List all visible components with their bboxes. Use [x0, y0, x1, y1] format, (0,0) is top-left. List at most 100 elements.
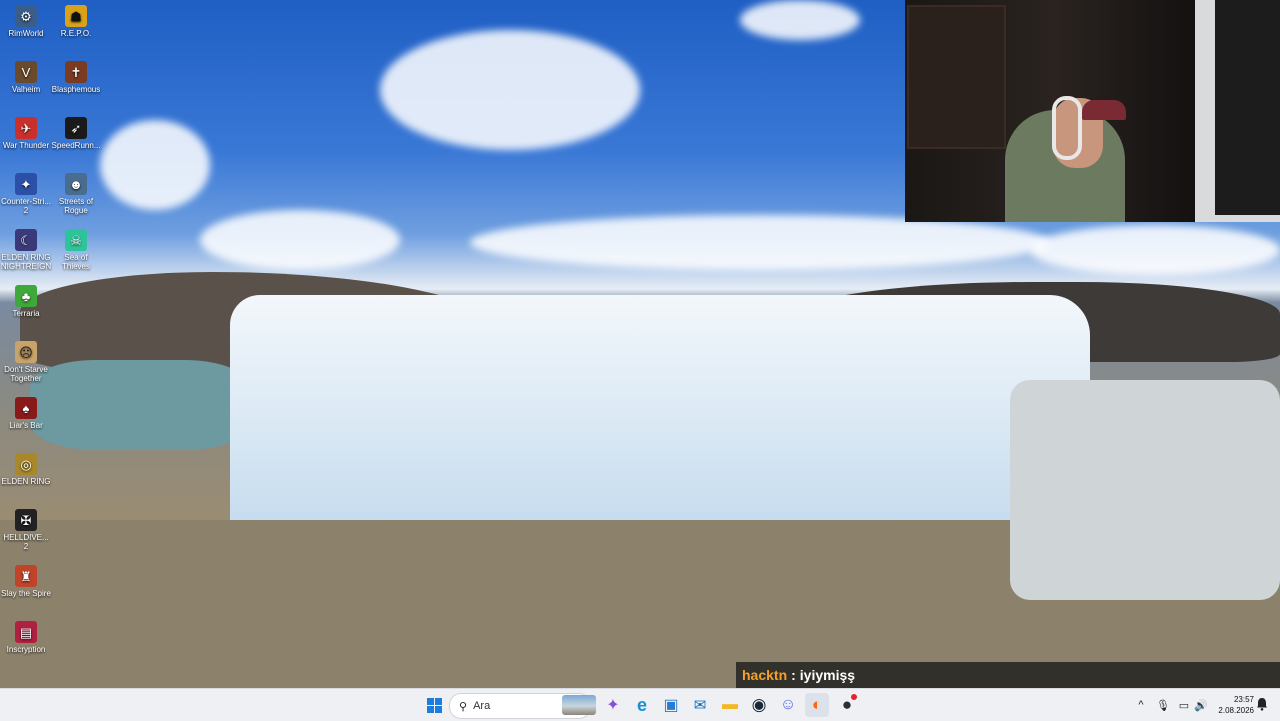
windows-logo-icon — [426, 697, 442, 713]
taskbar-copilot[interactable]: ✦ — [601, 693, 625, 717]
desktop-icon-label: Streets of Rogue — [58, 197, 94, 215]
desktop-icon-war-thunder[interactable]: ✈ War Thunder — [0, 117, 52, 150]
slay-the-spire-icon: ♜ — [15, 565, 37, 587]
desktop-icon-label: SpeedRunn... — [51, 141, 101, 150]
start-button[interactable] — [422, 693, 446, 717]
steam-icon: ◉ — [751, 695, 767, 714]
taskbar-clock[interactable]: 23:57 2.08.2026 — [1212, 694, 1254, 716]
microphone-icon: 🎙 — [1156, 699, 1170, 712]
taskbar-search-box[interactable]: ⚲ Ara — [449, 693, 596, 719]
search-icon: ⚲ — [459, 700, 468, 713]
taskbar-firefox[interactable]: ◐ — [805, 693, 829, 717]
terraria-icon: ♣ — [15, 285, 37, 307]
tray-overflow-chevron[interactable]: ^ — [1134, 693, 1148, 717]
streets-of-rogue-icon: ☻ — [65, 173, 87, 195]
network-icon: ▭ — [1178, 699, 1190, 712]
rimworld-icon: ⚙ — [15, 5, 37, 27]
desktop-icon-label: Counter-Stri... 2 — [1, 197, 51, 215]
desktop-icon-counter-strike[interactable]: ✦ Counter-Stri... 2 — [0, 173, 52, 215]
wallpaper-cloud — [740, 0, 860, 40]
notification-bell-icon[interactable] — [1256, 697, 1268, 711]
chevron-up-icon: ^ — [1138, 699, 1144, 711]
desktop-icon-valheim[interactable]: V Valheim — [0, 61, 52, 94]
webcam-headset — [1052, 96, 1082, 160]
desktop-icon-liars-bar[interactable]: ♠ Liar's Bar — [0, 397, 52, 430]
store-icon: ▣ — [663, 697, 679, 714]
valheim-icon: V — [15, 61, 37, 83]
search-highlight-image — [562, 695, 596, 715]
counter-strike-icon: ✦ — [15, 173, 37, 195]
volume-icon: 🔊 — [1194, 699, 1208, 712]
desktop-icon-sea-of-thieves[interactable]: ☠ Sea of Thieves — [50, 229, 102, 271]
helldivers-icon: ✠ — [15, 509, 37, 531]
chat-separator: : — [791, 667, 796, 683]
desktop-icon-label: Inscryption — [6, 645, 46, 654]
taskbar-steam[interactable]: ◉ — [747, 693, 771, 717]
taskbar-outlook[interactable]: ✉ — [688, 693, 712, 717]
webcam-overlay — [905, 0, 1280, 222]
desktop-icon-label: Valheim — [11, 85, 41, 94]
chat-message-overlay: hacktn : iyiymişş — [736, 662, 1280, 688]
desktop-icon-rimworld[interactable]: ⚙ RimWorld — [0, 5, 52, 38]
desktop-icon-label: Don't Starve Together — [4, 365, 48, 383]
search-placeholder: Ara — [473, 700, 491, 712]
wallpaper-ice-floe — [1010, 380, 1280, 600]
elden-ring-nightreign-icon: ☾ — [15, 229, 37, 251]
blasphemous-icon: ✝ — [65, 61, 87, 83]
speedrunners-icon: ➶ — [65, 117, 87, 139]
taskbar-file-explorer[interactable]: ▬ — [718, 693, 742, 717]
clock-date: 2.08.2026 — [1218, 706, 1254, 715]
wallpaper-lagoon — [30, 360, 250, 450]
desktop-icon-label: Blasphemous — [51, 85, 101, 94]
desktop-icon-label: Terraria — [12, 309, 40, 318]
wallpaper-cloud — [470, 215, 1050, 270]
liars-bar-icon: ♠ — [15, 397, 37, 419]
taskbar-store[interactable]: ▣ — [659, 693, 683, 717]
elden-ring-icon: ◎ — [15, 453, 37, 475]
desktop-icon-label: Sea of Thieves — [61, 253, 90, 271]
dont-starve-icon: ☹ — [15, 341, 37, 363]
obs-recording-dot — [851, 694, 857, 700]
taskbar-edge[interactable]: e — [630, 693, 654, 717]
desktop-icon-terraria[interactable]: ♣ Terraria — [0, 285, 52, 318]
wallpaper-cloud — [100, 120, 210, 210]
desktop-icon-label: Slay the Spire — [1, 589, 51, 598]
tray-network[interactable]: ▭ — [1176, 693, 1192, 717]
sea-of-thieves-icon: ☠ — [65, 229, 87, 251]
wallpaper-cloud — [200, 210, 400, 270]
taskbar-discord[interactable]: ☺ — [776, 693, 800, 717]
desktop-icon-elden-ring-nightreign[interactable]: ☾ ELDEN RING NIGHTREIGN — [0, 229, 52, 271]
firefox-icon: ◐ — [811, 695, 823, 714]
edge-icon: e — [636, 694, 647, 715]
desktop-icon-elden-ring[interactable]: ◎ ELDEN RING — [0, 453, 52, 486]
desktop-icon-helldivers[interactable]: ✠ HELLDIVE... 2 — [0, 509, 52, 551]
taskbar: ⚲ Ara ✦ e ▣ ✉ ▬ ◉ ☺ ◐ ● ^ 🎙 ▭ 🔊 23:57 2.… — [0, 688, 1280, 721]
desktop-icon-label: RimWorld — [8, 29, 44, 38]
repo-icon: ☗ — [65, 5, 87, 27]
file-explorer-icon: ▬ — [722, 696, 738, 713]
desktop-icon-label: Liar's Bar — [9, 421, 43, 430]
copilot-icon: ✦ — [606, 697, 620, 714]
outlook-icon: ✉ — [693, 697, 707, 714]
tray-volume[interactable]: 🔊 — [1193, 693, 1209, 717]
inscryption-icon: ▤ — [15, 621, 37, 643]
desktop-icon-repo[interactable]: ☗ R.E.P.O. — [50, 5, 102, 38]
taskbar-obs[interactable]: ● — [835, 693, 859, 717]
clock-time: 23:57 — [1233, 695, 1254, 704]
desktop-icon-dont-starve[interactable]: ☹ Don't Starve Together — [0, 341, 52, 383]
desktop-icon-label: R.E.P.O. — [60, 29, 92, 38]
wallpaper-cloud — [1030, 225, 1280, 275]
webcam-streamer-cap — [1082, 100, 1126, 120]
webcam-wall-poster — [907, 5, 1006, 149]
wallpaper-cloud — [380, 30, 640, 150]
webcam-doorway — [1215, 0, 1280, 215]
desktop-icon-streets-of-rogue[interactable]: ☻ Streets of Rogue — [50, 173, 102, 215]
desktop-icon-label: HELLDIVE... 2 — [3, 533, 49, 551]
desktop-icon-inscryption[interactable]: ▤ Inscryption — [0, 621, 52, 654]
discord-icon: ☺ — [779, 696, 797, 713]
desktop-icon-blasphemous[interactable]: ✝ Blasphemous — [50, 61, 102, 94]
desktop-icon-speedrunners[interactable]: ➶ SpeedRunn... — [50, 117, 102, 150]
desktop-icon-label: ELDEN RING NIGHTREIGN — [0, 253, 52, 271]
desktop-icon-slay-the-spire[interactable]: ♜ Slay the Spire — [0, 565, 52, 598]
tray-microphone[interactable]: 🎙 — [1155, 693, 1171, 717]
